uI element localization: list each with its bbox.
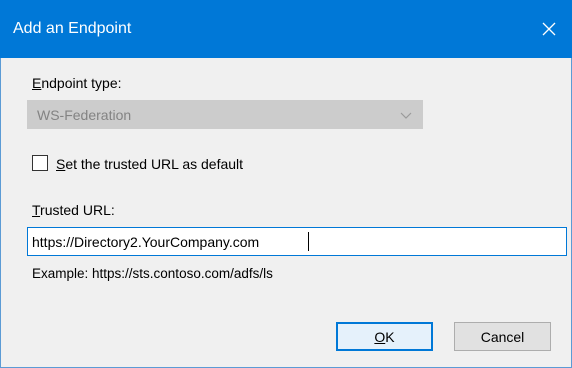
endpoint-type-select[interactable]: WS-Federation [27,100,423,129]
example-text: Example: https://sts.contoso.com/adfs/ls [32,266,273,281]
close-button[interactable] [526,0,572,58]
cancel-button[interactable]: Cancel [454,322,551,351]
chevron-down-icon [400,112,412,119]
ok-button[interactable]: OK [336,322,433,351]
title-bar: Add an Endpoint [0,0,572,58]
default-url-checkbox-label[interactable]: Set the trusted URL as default [56,155,243,173]
text-caret [308,232,309,251]
close-icon [542,22,556,36]
endpoint-type-label: Endpoint type: [32,75,122,91]
endpoint-type-value: WS-Federation [37,107,132,123]
default-url-checkbox[interactable] [32,155,48,171]
trusted-url-input[interactable] [27,227,567,256]
dialog-title: Add an Endpoint [13,20,132,37]
add-endpoint-dialog: Add an Endpoint Endpoint type: WS-Federa… [0,0,572,368]
trusted-url-label: Trusted URL: [32,202,115,218]
